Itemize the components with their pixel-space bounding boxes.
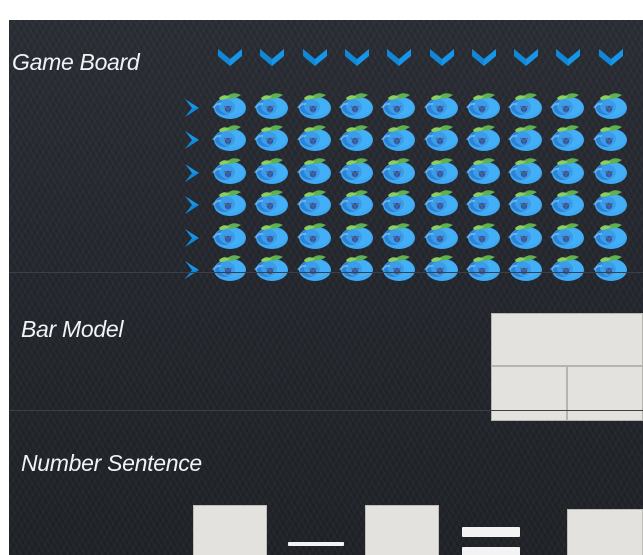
blueberry-icon <box>502 155 546 186</box>
blueberry-icon <box>375 220 419 251</box>
math-game-window: Game Board Bar Model Number Sentence <box>9 20 643 555</box>
column-10-down-chevron-icon <box>597 44 625 70</box>
blueberry-icon <box>291 90 335 121</box>
blueberry-icon <box>333 220 377 251</box>
blueberry-icon <box>587 90 631 121</box>
blueberry-icon <box>333 122 377 153</box>
blueberry-icon <box>460 122 504 153</box>
blueberry-icon <box>418 90 462 121</box>
equals-top-bar <box>462 527 520 537</box>
bar-model-total-box[interactable] <box>491 313 643 366</box>
blueberry-icon <box>502 187 546 218</box>
column-5-down-chevron-icon <box>385 44 413 70</box>
blueberry-icon <box>248 122 292 153</box>
blueberry-icon <box>587 220 631 251</box>
blueberry-icon <box>291 155 335 186</box>
minus-sign-icon <box>288 542 344 546</box>
game-board-panel: Game Board <box>9 20 643 281</box>
blueberry-icon <box>248 220 292 251</box>
column-8-down-chevron-icon <box>512 44 540 70</box>
blueberry-icon <box>333 90 377 121</box>
blueberry-icon <box>375 122 419 153</box>
column-9-down-chevron-icon <box>554 44 582 70</box>
column-7-down-chevron-icon <box>470 44 498 70</box>
blueberry-icon <box>375 187 419 218</box>
blueberry-icon <box>291 122 335 153</box>
column-3-down-chevron-icon <box>301 44 329 70</box>
blueberry-icon <box>460 155 504 186</box>
game-board-title: Game Board <box>12 49 140 75</box>
blueberry-icon <box>248 155 292 186</box>
blueberry-icon <box>291 187 335 218</box>
column-1-down-chevron-icon <box>216 44 244 70</box>
blueberry-icon <box>460 187 504 218</box>
blueberry-icon <box>544 155 588 186</box>
blueberry-icon <box>587 187 631 218</box>
blueberry-icon <box>544 122 588 153</box>
bar-model-title: Bar Model <box>21 316 124 342</box>
number-sentence-title: Number Sentence <box>21 450 202 476</box>
blueberry-icon <box>544 90 588 121</box>
equals-bottom-bar <box>462 547 520 555</box>
blueberry-icon <box>544 187 588 218</box>
blueberry-icon <box>375 90 419 121</box>
blueberry-icon <box>248 90 292 121</box>
blueberry-icon <box>418 155 462 186</box>
number-sentence-panel: Number Sentence <box>9 410 643 555</box>
column-6-down-chevron-icon <box>428 44 456 70</box>
blueberry-icon <box>460 220 504 251</box>
blueberry-icon <box>206 155 250 186</box>
blueberry-icon <box>502 122 546 153</box>
blueberry-icon <box>291 220 335 251</box>
equals-sign-icon <box>462 524 520 555</box>
blueberry-icon <box>375 155 419 186</box>
bar-model-panel: Bar Model <box>9 272 643 421</box>
blueberry-icon <box>206 220 250 251</box>
game-board-grid <box>182 44 643 281</box>
blueberry-icon <box>418 187 462 218</box>
blueberry-icon <box>544 220 588 251</box>
blueberry-icon <box>206 122 250 153</box>
blueberry-icon <box>418 220 462 251</box>
blueberry-icon <box>206 90 250 121</box>
blueberry-icon <box>502 220 546 251</box>
column-2-down-chevron-icon <box>258 44 286 70</box>
blueberry-icon <box>333 155 377 186</box>
blueberry-icon <box>502 90 546 121</box>
blueberry-icon <box>333 187 377 218</box>
difference-box[interactable] <box>567 509 643 555</box>
blueberry-icon <box>587 155 631 186</box>
bar-model <box>491 313 643 421</box>
number-sentence <box>193 502 643 555</box>
column-4-down-chevron-icon <box>343 44 371 70</box>
blueberry-icon <box>206 187 250 218</box>
subtrahend-box[interactable] <box>365 505 439 555</box>
blueberry-icon <box>248 187 292 218</box>
blueberry-icon <box>418 122 462 153</box>
blueberry-icon <box>587 122 631 153</box>
blueberry-icon <box>460 90 504 121</box>
minuend-box[interactable] <box>193 505 267 555</box>
